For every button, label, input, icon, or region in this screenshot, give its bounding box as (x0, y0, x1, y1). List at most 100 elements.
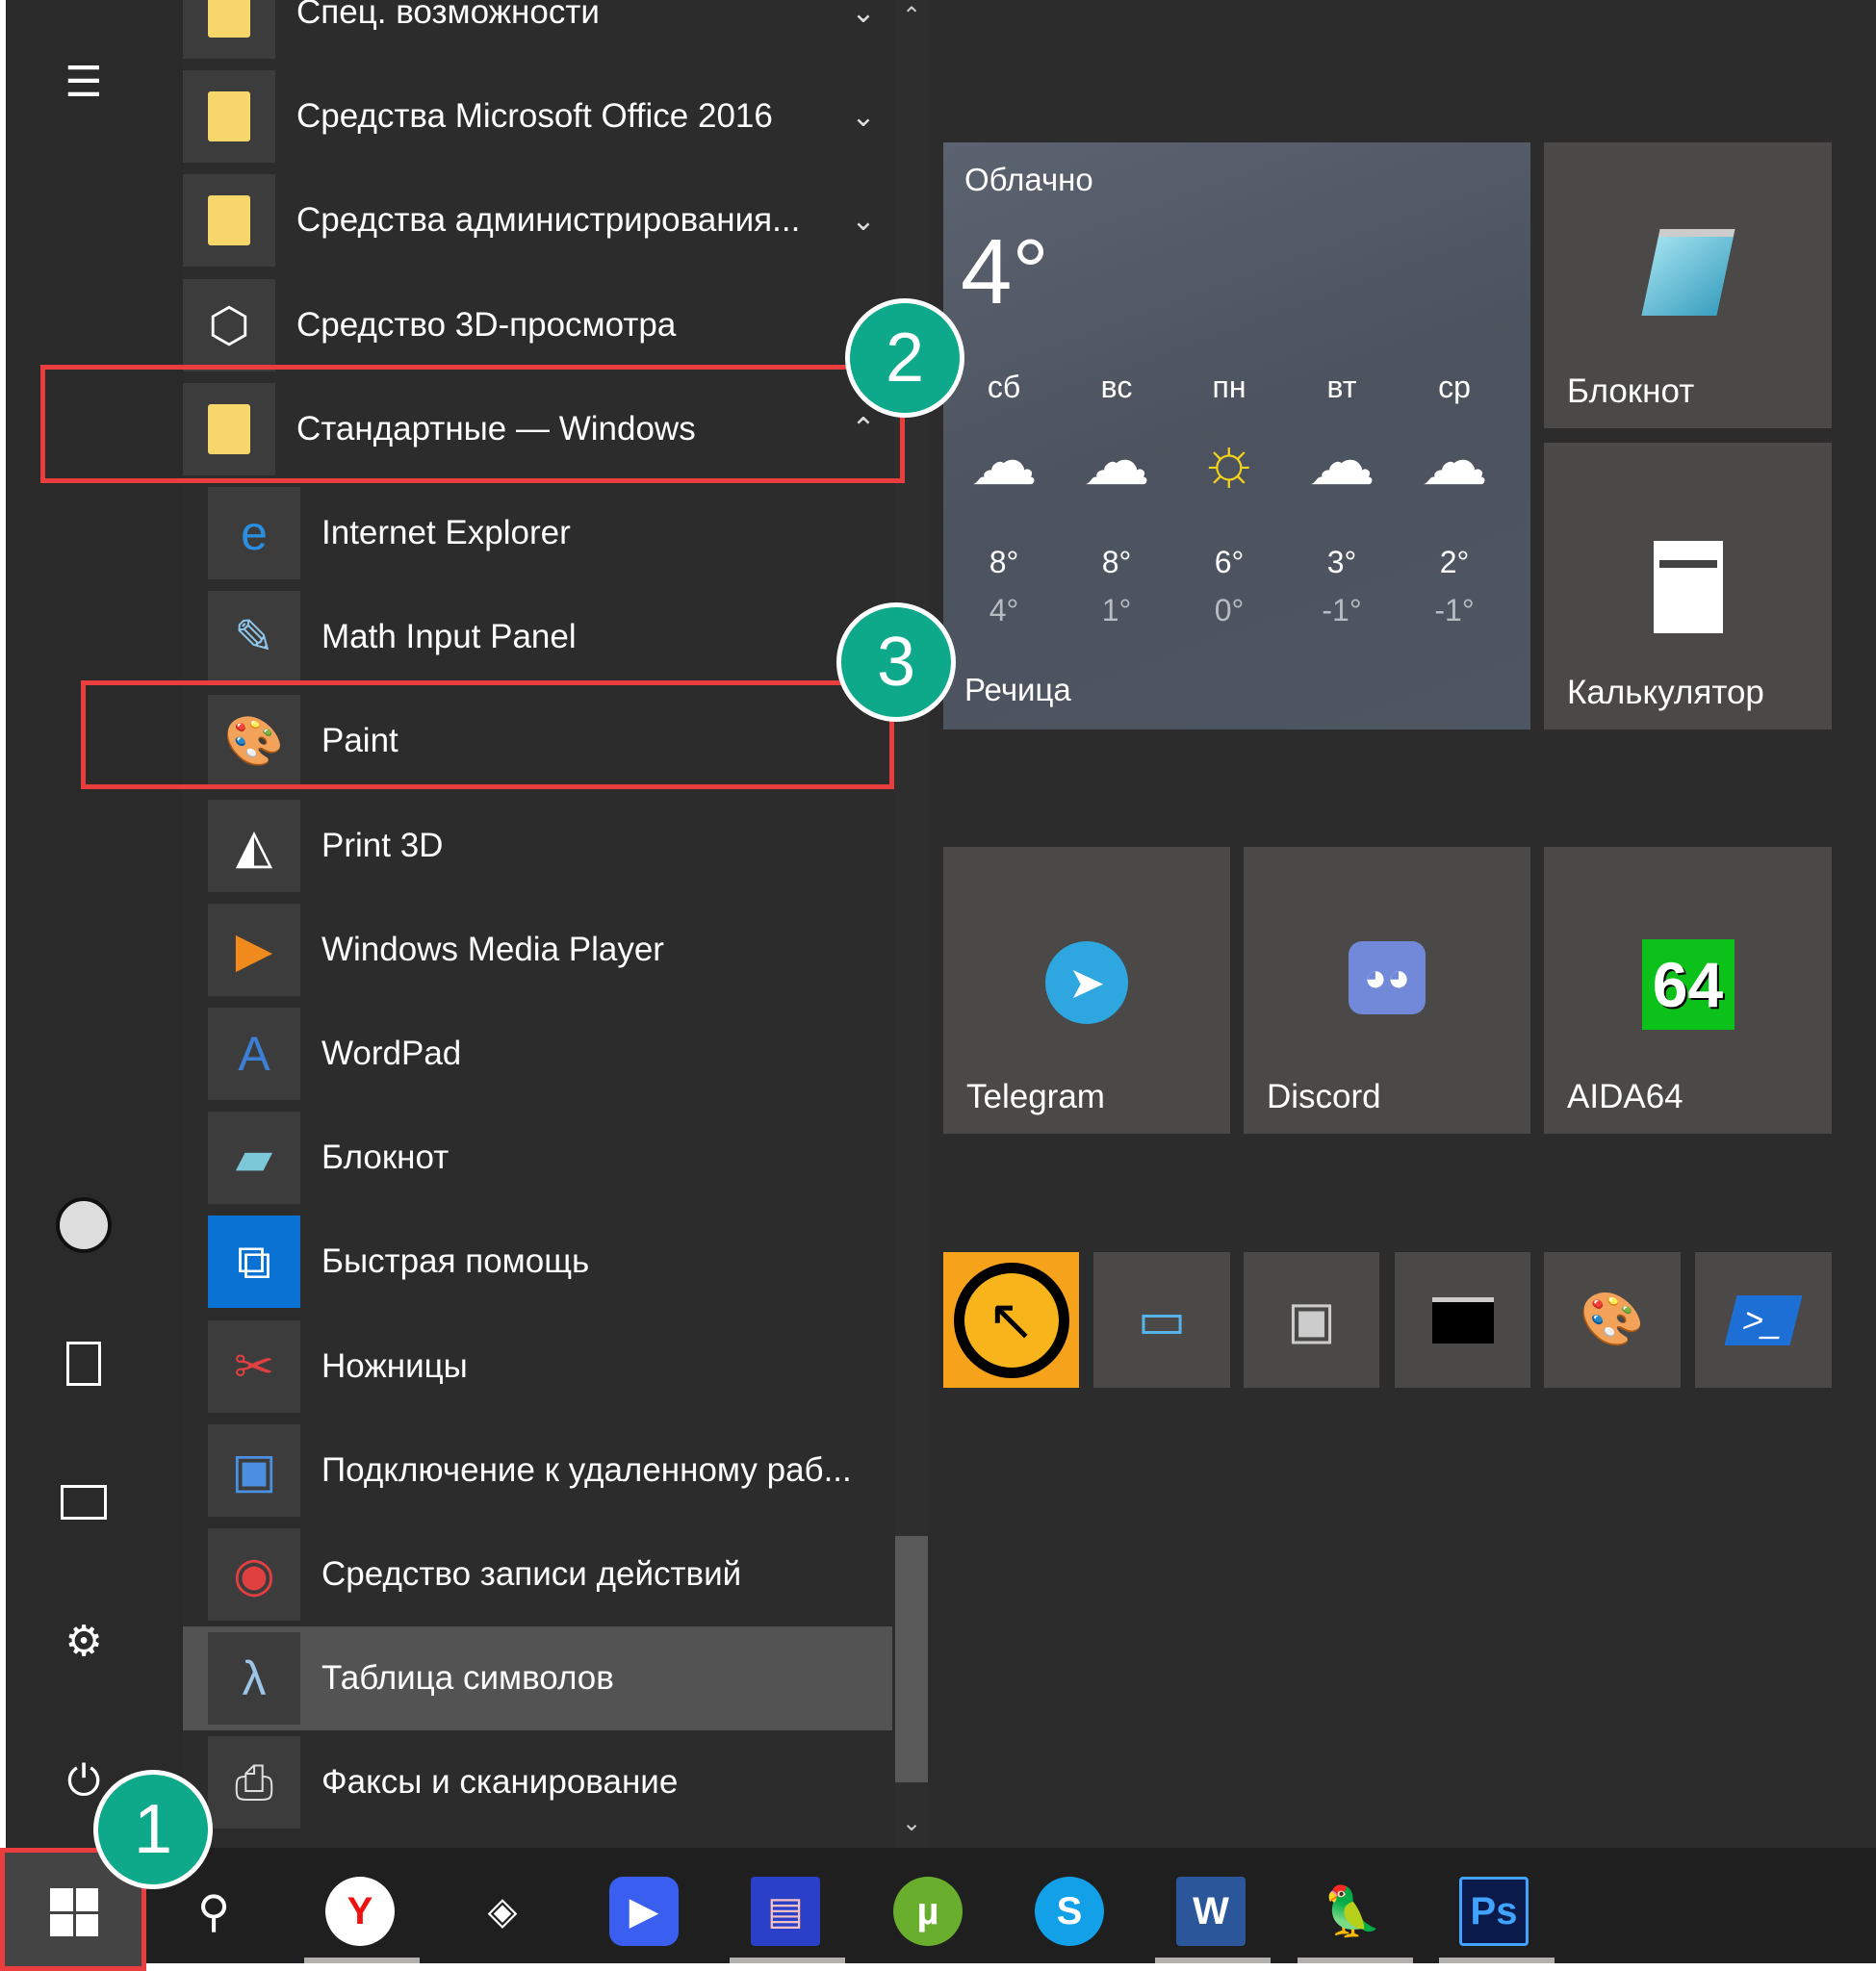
app-list-item[interactable]: Средства администрирования... ⌄ (183, 168, 892, 272)
chevron-down-icon[interactable]: ⌄ (835, 204, 892, 238)
chevron-down-icon[interactable]: ⌄ (835, 0, 892, 30)
utorrent-icon[interactable]: µ (893, 1877, 963, 1946)
app-list-item-label: Блокнот (321, 1139, 450, 1177)
fax-scan-icon: ⎙ (208, 1736, 300, 1830)
cursor-app-tile[interactable]: ↖ (943, 1252, 1079, 1388)
app-list-item[interactable]: Спец. возможности ⌄ (183, 0, 892, 64)
scissors-icon: ✂ (208, 1319, 300, 1413)
app-list-item-label: WordPad (321, 1035, 462, 1072)
app-list-item-label: Print 3D (321, 826, 444, 864)
app-list-item-label: Быстрая помощь (321, 1242, 590, 1281)
app-list-item[interactable]: ✂ Ножницы (183, 1315, 892, 1419)
paint-tile[interactable]: 🎨 (1544, 1252, 1681, 1388)
cloud-icon: ☁ (1421, 423, 1488, 499)
forecast-day: сб (987, 370, 1021, 404)
step-badge-3: 3 (836, 602, 956, 722)
app-list-item[interactable]: ✎ Math Input Panel (183, 585, 892, 689)
forecast-high: 8° (989, 545, 1019, 579)
app-list-item-label: Ножницы (321, 1346, 468, 1385)
telegram-tile-label: Telegram (966, 1078, 1105, 1115)
documents-icon[interactable] (54, 1334, 114, 1394)
app-list-item-label: Средства Microsoft Office 2016 (296, 97, 773, 136)
running-indicator (1298, 1958, 1413, 1963)
cloud-icon: ☁ (970, 423, 1038, 499)
chevron-down-icon[interactable]: ⌄ (835, 100, 892, 134)
discord-tile[interactable]: ◕◕ Discord (1244, 847, 1530, 1134)
running-indicator (1439, 1958, 1555, 1963)
scroll-down-icon[interactable]: ⌄ (895, 1809, 928, 1837)
user-avatar[interactable] (54, 1195, 114, 1255)
quick-assist-icon: ⧉ (208, 1216, 300, 1309)
scroll-up-icon[interactable]: ⌃ (895, 2, 928, 30)
calculator-tile[interactable]: Калькулятор (1544, 443, 1832, 730)
cloud-icon: ☁ (1308, 423, 1375, 499)
scrollbar-thumb[interactable] (895, 1536, 928, 1782)
command-prompt-tile[interactable] (1395, 1252, 1530, 1388)
remote-app-tile[interactable]: ▭ (1093, 1252, 1230, 1388)
word-icon[interactable]: W (1176, 1877, 1246, 1946)
app-list-item-label: Средства администрирования... (296, 201, 801, 240)
notepad-icon: ▰ (208, 1112, 300, 1205)
app-list-item-label: Спец. возможности (296, 0, 600, 31)
notepad-tile[interactable]: Блокнот (1544, 142, 1832, 428)
calculator-icon (1544, 541, 1832, 638)
perfmon-icon: ▣ (1286, 1292, 1337, 1349)
steps-recorder-icon: ◉ (208, 1528, 300, 1621)
forecast-low: -1° (1434, 593, 1475, 627)
weather-tile[interactable]: Облачно 4° сб ☁ 8° 4° вс ☁ 8° 1° пн ☼ 6° 0° вт ☁ 3° -1°… (943, 142, 1530, 730)
parrot-app-icon[interactable]: 🦜 (1318, 1877, 1387, 1946)
discord-icon: ◕◕ (1244, 941, 1530, 1014)
forecast-low: 0° (1214, 593, 1245, 627)
forecast-low: -1° (1322, 593, 1362, 627)
aida64-icon: 64 (1544, 939, 1832, 1030)
app-list-item[interactable]: e Internet Explorer (183, 481, 892, 585)
fox-app-icon[interactable]: ◈ (468, 1877, 537, 1946)
aida64-tile-label: AIDA64 (1567, 1078, 1683, 1115)
folder-icon (183, 70, 275, 164)
app-list-item-label: Факсы и сканирование (321, 1763, 679, 1802)
weather-condition: Облачно (964, 162, 1093, 197)
app-list-item[interactable]: Средства Microsoft Office 2016 ⌄ (183, 64, 892, 168)
notepad-tile-label: Блокнот (1567, 372, 1695, 410)
app-list-item[interactable]: ⬡ Средство 3D-просмотра (183, 273, 892, 377)
app-list-item[interactable]: ▰ Блокнот (183, 1106, 892, 1210)
app-list-item[interactable]: A WordPad (183, 1002, 892, 1106)
performance-monitor-tile[interactable]: ▣ (1244, 1252, 1379, 1388)
cloud-icon: ☁ (1083, 423, 1150, 499)
settings-gear-icon[interactable]: ⚙ (54, 1611, 114, 1671)
weather-city: Речица (964, 672, 1071, 707)
wordpad-icon: A (208, 1008, 300, 1100)
search-icon[interactable]: ⚲ (179, 1877, 248, 1946)
app-list-item[interactable]: ◭ Print 3D (183, 794, 892, 898)
forecast-high: 2° (1439, 545, 1470, 579)
yandex-browser-icon[interactable]: Y (325, 1877, 395, 1946)
forecast-high: 8° (1101, 545, 1132, 579)
app-list-item-label: Math Input Panel (321, 618, 577, 656)
telegram-tile[interactable]: ➤ Telegram (943, 847, 1230, 1134)
character-map-icon: λ (208, 1632, 300, 1726)
app-list-item[interactable]: ▣ Подключение к удаленному раб... (183, 1419, 892, 1523)
app-list-item[interactable]: ▶ Windows Media Player (183, 898, 892, 1002)
cmd-icon (1431, 1296, 1494, 1344)
app-list-item[interactable]: ◉ Средство записи действий (183, 1523, 892, 1626)
cube-icon: ⬡ (183, 278, 275, 371)
running-indicator (304, 1958, 420, 1963)
floppy-app-icon[interactable]: ▤ (751, 1877, 820, 1946)
hamburger-menu-icon[interactable]: ☰ (54, 52, 114, 112)
app-list-item-label: Средство записи действий (321, 1555, 742, 1593)
pictures-icon[interactable] (54, 1472, 114, 1532)
d-app-icon[interactable]: ▶ (609, 1877, 679, 1946)
app-list-item[interactable]: λ Таблица символов (183, 1626, 892, 1731)
forecast-low: 4° (989, 593, 1019, 627)
app-list-item-label: Подключение к удаленному раб... (321, 1450, 852, 1489)
app-list-item[interactable]: ⧉ Быстрая помощь (183, 1210, 892, 1314)
app-list-item[interactable]: ⎙ Факсы и сканирование (183, 1730, 892, 1834)
math-input-icon: ✎ (208, 591, 300, 684)
powershell-tile[interactable]: >_ (1695, 1252, 1832, 1388)
media-player-icon: ▶ (208, 903, 300, 996)
cursor-icon: ↖ (953, 1262, 1069, 1378)
skype-icon[interactable]: S (1035, 1877, 1104, 1946)
aida64-tile[interactable]: 64 AIDA64 (1544, 847, 1832, 1134)
folder-icon (183, 174, 275, 268)
photoshop-icon[interactable]: Ps (1459, 1877, 1529, 1946)
